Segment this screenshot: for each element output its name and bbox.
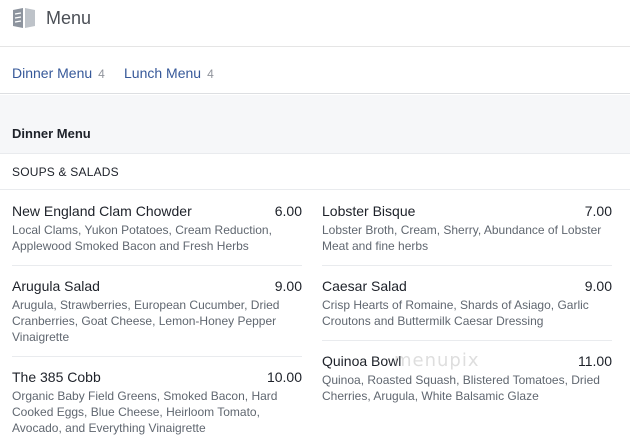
item-price: 9.00 (584, 278, 612, 294)
item-name: New England Clam Chowder (12, 203, 192, 219)
divider (322, 265, 612, 266)
tab-label: Dinner Menu (12, 65, 93, 81)
tab-label: Lunch Menu (124, 65, 202, 81)
tab-dinner-menu[interactable]: Dinner Menu 4 (12, 65, 105, 81)
menu-header: Menu (0, 0, 630, 47)
divider (12, 356, 302, 357)
menu-book-icon (13, 8, 35, 28)
page-title: Menu (46, 8, 92, 28)
item-name: Caesar Salad (322, 278, 407, 294)
tab-count: 4 (98, 67, 105, 81)
category-title: SOUPS & SALADS (12, 165, 119, 179)
item-price: 10.00 (266, 369, 302, 385)
item-description: Quinoa, Roasted Squash, Blistered Tomato… (322, 373, 600, 403)
item-price: 7.00 (584, 203, 612, 219)
item-name: Arugula Salad (12, 278, 100, 294)
section-title: Dinner Menu (12, 126, 91, 141)
tab-count: 4 (207, 67, 214, 81)
item-price: 11.00 (578, 353, 612, 369)
item-description: Crisp Hearts of Romaine, Shards of Asiag… (322, 298, 589, 328)
item-name: Lobster Bisque (322, 203, 416, 219)
item-price: 6.00 (274, 203, 302, 219)
section-header: Dinner Menu (0, 95, 630, 154)
item-description: Arugula, Strawberries, European Cucumber… (12, 298, 280, 344)
item-name: Quinoa Bowl (322, 353, 402, 369)
item-description: Organic Baby Field Greens, Smoked Bacon,… (12, 389, 278, 435)
menu-tabs: Dinner Menu 4 Lunch Menu 4 (0, 48, 630, 94)
divider (322, 340, 612, 341)
item-name: The 385 Cobb (12, 369, 101, 385)
item-description: Local Clams, Yukon Potatoes, Cream Reduc… (12, 223, 272, 253)
divider (12, 265, 302, 266)
watermark: menupix (394, 350, 480, 371)
tab-lunch-menu[interactable]: Lunch Menu 4 (124, 65, 214, 81)
item-price: 9.00 (274, 278, 302, 294)
category-header: SOUPS & SALADS (0, 155, 630, 190)
item-description: Lobster Broth, Cream, Sherry, Abundance … (322, 223, 602, 253)
